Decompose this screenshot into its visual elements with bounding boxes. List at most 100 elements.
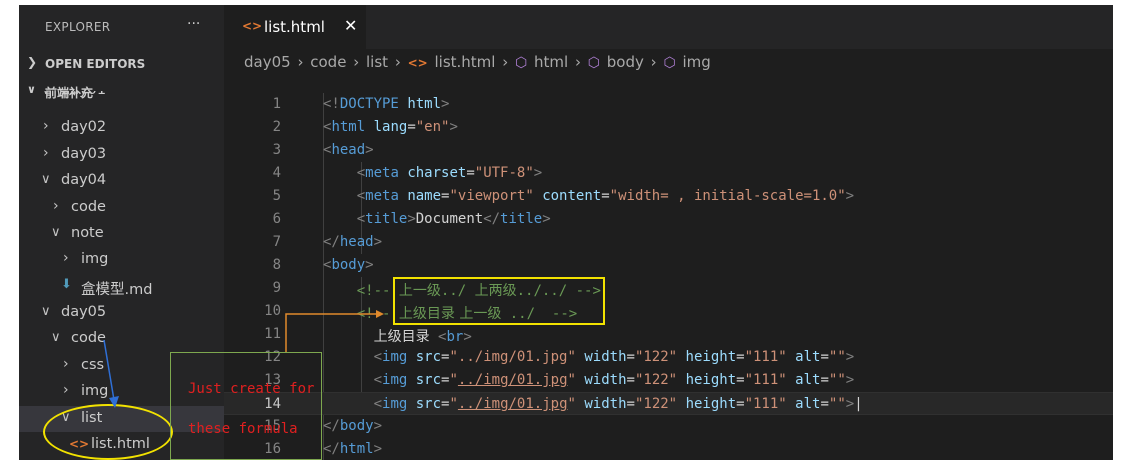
- code-line: 9 <!-- 上一级../ 上两级../../ -->: [224, 277, 1113, 300]
- code-line: 10 <!-- 上级目录 上一级 ../ -->: [224, 300, 1113, 323]
- code-text: <!DOCTYPE html>: [323, 96, 450, 112]
- chevron-right-icon: ›: [353, 53, 360, 71]
- tree-item-code-day05[interactable]: ∨ code: [19, 326, 224, 352]
- tree-item-label: day04: [61, 172, 107, 188]
- more-actions-icon[interactable]: ···: [187, 16, 200, 32]
- code-text: <html lang="en">: [323, 119, 458, 135]
- code-line: 6 <title>Document</title>: [224, 208, 1113, 231]
- code-line: 5 <meta name="viewport" content="width= …: [224, 185, 1113, 208]
- html-file-icon: <>: [407, 56, 428, 70]
- breadcrumb: day05 › code › list › <> list.html › ⬡ h…: [244, 53, 713, 75]
- line-number: 2: [272, 119, 281, 135]
- tree-item-box-model-md[interactable]: ⬇ 盒模型.md: [19, 274, 224, 300]
- line-number: 10: [264, 303, 281, 319]
- code-text: 上级目录 <br>: [373, 329, 472, 345]
- tree-item-day04[interactable]: ∨ day04: [19, 168, 224, 194]
- explorer-title: EXPLORER: [45, 20, 111, 34]
- tab-bar: <> list.html ✕: [224, 5, 1113, 49]
- html-file-icon: <>: [242, 19, 263, 33]
- code-text: <title>Document</title>: [356, 211, 551, 227]
- tree-item-label: img: [81, 383, 109, 399]
- symbol-element-icon: ⬡: [663, 55, 676, 71]
- explorer-header: EXPLORER ···: [19, 5, 224, 49]
- chevron-right-icon: ›: [53, 198, 59, 214]
- chevron-right-icon: ›: [574, 53, 581, 71]
- code-text: </head>: [323, 234, 383, 250]
- chevron-down-icon: ∨: [41, 304, 51, 319]
- line-number: 11: [264, 326, 281, 342]
- breadcrumb-item[interactable]: list.html: [434, 53, 495, 71]
- tree-item-day03[interactable]: › day03: [19, 142, 224, 168]
- chevron-right-icon: ›: [297, 53, 304, 71]
- code-line: 2 <html lang="en">: [224, 116, 1113, 139]
- code-text: <img src="../img/01.jpg" width="122" hei…: [373, 396, 863, 412]
- line-number: 4: [272, 165, 281, 181]
- chevron-down-icon: ∨: [41, 91, 51, 98]
- chevron-down-icon: ∨: [51, 330, 61, 345]
- tree-item-day01-partial[interactable]: ∨ day01: [19, 91, 224, 105]
- code-text: </body>: [323, 418, 383, 434]
- code-line: 7 </head>: [224, 231, 1113, 254]
- line-number: 8: [272, 257, 281, 273]
- close-icon[interactable]: ✕: [344, 16, 357, 35]
- chevron-right-icon: ›: [63, 250, 69, 266]
- code-text: <meta name="viewport" content="width= , …: [356, 188, 855, 204]
- chevron-right-icon: ›: [43, 118, 49, 134]
- breadcrumb-item[interactable]: body: [607, 53, 644, 71]
- tab-list-html[interactable]: <> list.html ✕: [224, 5, 366, 49]
- chevron-right-icon: ›: [394, 53, 401, 71]
- tree-item-label: 盒模型.md: [81, 282, 153, 298]
- symbol-element-icon: ⬡: [587, 55, 600, 71]
- highlight-rectangle: [393, 277, 605, 325]
- tree-item-label: code: [71, 330, 106, 346]
- breadcrumb-item[interactable]: day05: [244, 53, 291, 71]
- chevron-down-icon: ∨: [41, 172, 51, 187]
- code-line: 4 <meta charset="UTF-8">: [224, 162, 1113, 185]
- tree-item-day05[interactable]: ∨ day05: [19, 300, 224, 326]
- chevron-right-icon: ❯: [27, 55, 38, 69]
- tree-item-label: day02: [61, 119, 107, 135]
- tree-item-day02[interactable]: › day02: [19, 115, 224, 141]
- breadcrumb-item[interactable]: img: [682, 53, 710, 71]
- symbol-element-icon: ⬡: [515, 55, 528, 71]
- code-line: 11 上级目录 <br>: [224, 323, 1113, 346]
- code-line: 8 <body>: [224, 254, 1113, 277]
- line-number: 5: [272, 188, 281, 204]
- tree-item-label: code: [71, 199, 106, 215]
- code-text: <img src="../img/01.jpg" width="122" hei…: [373, 349, 855, 365]
- breadcrumb-item[interactable]: code: [310, 53, 346, 71]
- chevron-right-icon: ›: [650, 53, 657, 71]
- chevron-right-icon: ›: [63, 382, 69, 398]
- tree-item-img[interactable]: › img: [19, 247, 224, 273]
- chevron-right-icon: ›: [502, 53, 509, 71]
- tree-item-label: note: [71, 225, 104, 241]
- tree-item-label: day01: [61, 91, 106, 98]
- code-line: 16 </html>: [224, 438, 1113, 460]
- tree-item-note[interactable]: ∨ note: [19, 221, 224, 247]
- editor-area: <> list.html ✕ day05 › code › list › <> …: [224, 5, 1113, 460]
- chevron-down-icon: ∨: [51, 225, 61, 240]
- line-number: 7: [272, 234, 281, 250]
- code-line: 13 <img src="../img/01.jpg" width="122" …: [224, 369, 1113, 392]
- line-number: 1: [272, 96, 281, 112]
- code-text: <img src="../img/01.jpg" width="122" hei…: [373, 372, 855, 388]
- line-number: 3: [272, 142, 281, 158]
- code-text: <head>: [323, 142, 374, 158]
- line-number: 9: [272, 280, 281, 296]
- open-editors-label: OPEN EDITORS: [45, 57, 146, 71]
- breadcrumb-item[interactable]: list: [366, 53, 388, 71]
- code-line: 15 </body>: [224, 415, 1113, 438]
- tree-item-code[interactable]: › code: [19, 195, 224, 221]
- code-line-current: 14 <img src="../img/01.jpg" width="122" …: [224, 392, 1113, 415]
- code-line: 12 <img src="../img/01.jpg" width="122" …: [224, 346, 1113, 369]
- code-text: <meta charset="UTF-8">: [356, 165, 543, 181]
- chevron-right-icon: ›: [63, 356, 69, 372]
- highlight-oval: [43, 404, 173, 460]
- tree-item-label: day05: [61, 304, 107, 320]
- line-number: 6: [272, 211, 281, 227]
- tree-item-label: css: [81, 357, 105, 373]
- code-line: 3 <head>: [224, 139, 1113, 162]
- breadcrumb-item[interactable]: html: [534, 53, 568, 71]
- chevron-right-icon: ›: [43, 145, 49, 161]
- open-editors-section[interactable]: ❯ OPEN EDITORS: [19, 53, 224, 75]
